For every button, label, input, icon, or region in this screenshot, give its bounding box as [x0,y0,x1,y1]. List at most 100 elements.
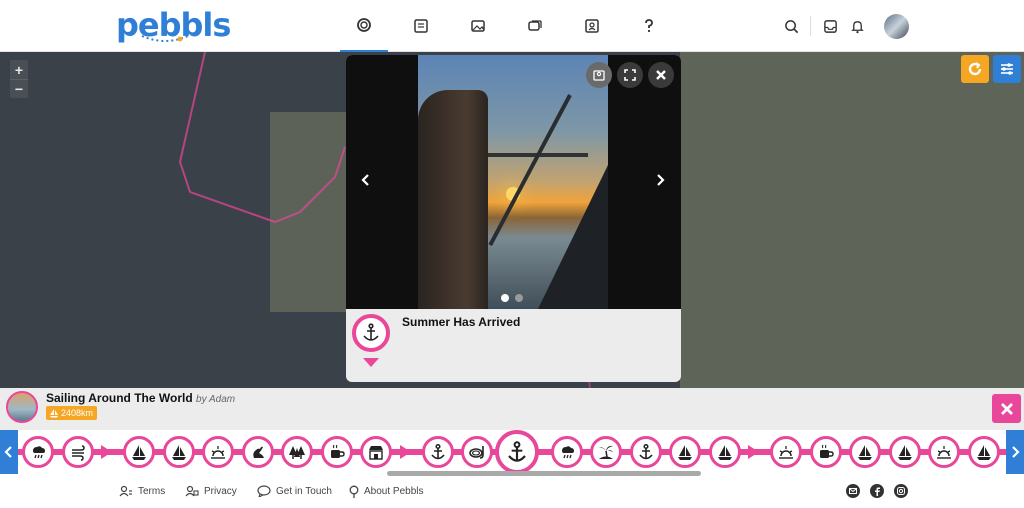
timeline-pebbl[interactable] [123,436,155,468]
footer-link-label: Get in Touch [276,485,332,497]
nav-help[interactable] [625,0,673,52]
nav-contacts[interactable] [568,0,616,52]
sunrise-icon [937,446,951,459]
close-trip-button[interactable] [992,394,1021,423]
expand-icon [624,69,636,81]
close-icon [1000,402,1013,415]
sailboat-icon [897,445,912,460]
prev-photo-button[interactable] [353,167,379,193]
timeline-next-button[interactable] [1006,430,1024,474]
route-arrow-icon [399,445,411,459]
timeline-prev-button[interactable] [0,430,18,474]
fullscreen-button[interactable] [617,62,643,88]
avatar[interactable] [884,14,909,39]
nav-chat[interactable] [511,0,559,52]
anchor-icon [507,441,526,462]
pebbl-timeline[interactable] [0,430,1024,474]
pebbl-popup: Summer Has Arrived [346,55,681,382]
photo-carousel[interactable] [346,55,681,309]
header: pebbls [0,0,1024,52]
boat-rail [488,94,572,247]
wind-icon [71,445,85,461]
search-button[interactable] [781,16,801,36]
footer-link-contact[interactable]: Get in Touch [257,485,332,497]
route-arrow-icon [748,445,759,459]
timeline-pebbl[interactable] [421,436,454,468]
timeline-pebbl[interactable] [550,436,583,468]
timeline-pebbl[interactable] [888,436,921,468]
timeline-pebbl[interactable] [590,436,622,468]
timeline-pebbl[interactable] [967,436,1000,468]
carousel-dot[interactable] [501,294,509,302]
photo-map-button[interactable] [586,62,612,88]
facebook-button[interactable] [870,484,884,498]
coffee-icon [819,444,834,458]
photos-icon [471,20,485,32]
trip-title[interactable]: Sailing Around The World by Adam [46,391,235,405]
email-icon [849,488,857,494]
sunset-photo [418,55,608,309]
popup-title: Summer Has Arrived [402,315,521,329]
timeline-pebbl[interactable] [494,430,539,474]
timeline-pebbl[interactable] [629,436,662,468]
sailboat-icon [678,445,692,460]
main-nav [340,0,682,52]
search-icon [784,19,798,33]
email-button[interactable] [846,484,860,498]
timeline-pebbl[interactable] [770,436,802,468]
notifications-button[interactable] [847,16,867,36]
timeline-pebbl[interactable] [281,436,313,468]
privacy-icon [185,485,199,497]
nav-journal[interactable] [397,0,445,52]
distance-value: 2408km [61,408,94,418]
shop-icon [369,446,383,460]
timeline-pebbl[interactable] [162,436,195,468]
anchor-pin-marker [352,314,390,367]
trip-avatar[interactable] [6,391,38,423]
timeline-pebbl[interactable] [241,436,274,468]
pin-icon [349,485,359,498]
footer-link-label: Terms [138,485,166,497]
person-silhouette [418,90,488,309]
timeline-pebbl[interactable] [320,436,353,468]
terms-icon [119,485,132,497]
coffee-icon [330,444,345,458]
timeline-pebbl[interactable] [669,436,701,468]
chevron-right-icon [657,174,665,186]
close-popup-button[interactable] [648,62,674,88]
footer-link-terms[interactable]: Terms [119,485,165,497]
sailboat-icon [171,445,186,460]
footer-link-privacy[interactable]: Privacy [185,485,237,497]
timeline-pebbl[interactable] [461,436,493,468]
timeline-pebbl[interactable] [360,436,392,468]
footer-link-about[interactable]: About Pebbls [349,485,424,498]
timeline-pebbl[interactable] [809,436,842,468]
refresh-button[interactable] [961,55,989,83]
footer-link-label: Privacy [204,485,237,497]
timeline-pebbl[interactable] [202,436,234,468]
timeline-pebbl[interactable] [708,436,741,468]
filter-button[interactable] [993,55,1021,83]
help-icon [645,19,653,33]
zoom-out-button[interactable]: − [10,79,28,98]
timeline-pebbl[interactable] [928,436,960,468]
zoom-in-button[interactable]: + [10,60,28,79]
instagram-icon [897,487,905,495]
next-photo-button[interactable] [647,167,673,193]
timeline-pebbl[interactable] [849,436,881,468]
contact-card-icon [585,19,599,33]
timeline-pebbl[interactable] [61,436,94,468]
nav-map[interactable] [340,0,388,52]
instagram-button[interactable] [894,484,908,498]
close-icon [656,70,666,80]
snorkel-icon [469,446,484,459]
carousel-dot[interactable] [515,294,523,302]
app-root: pebbls + − Summer Has Arrived Sailing Ar… [0,0,1024,508]
inbox-button[interactable] [820,16,840,36]
anchor-icon [430,443,445,460]
sunrise-icon [211,446,225,459]
timeline-pebbl[interactable] [22,436,54,468]
nav-photos[interactable] [454,0,502,52]
journal-icon [414,19,428,33]
header-divider [810,16,811,36]
